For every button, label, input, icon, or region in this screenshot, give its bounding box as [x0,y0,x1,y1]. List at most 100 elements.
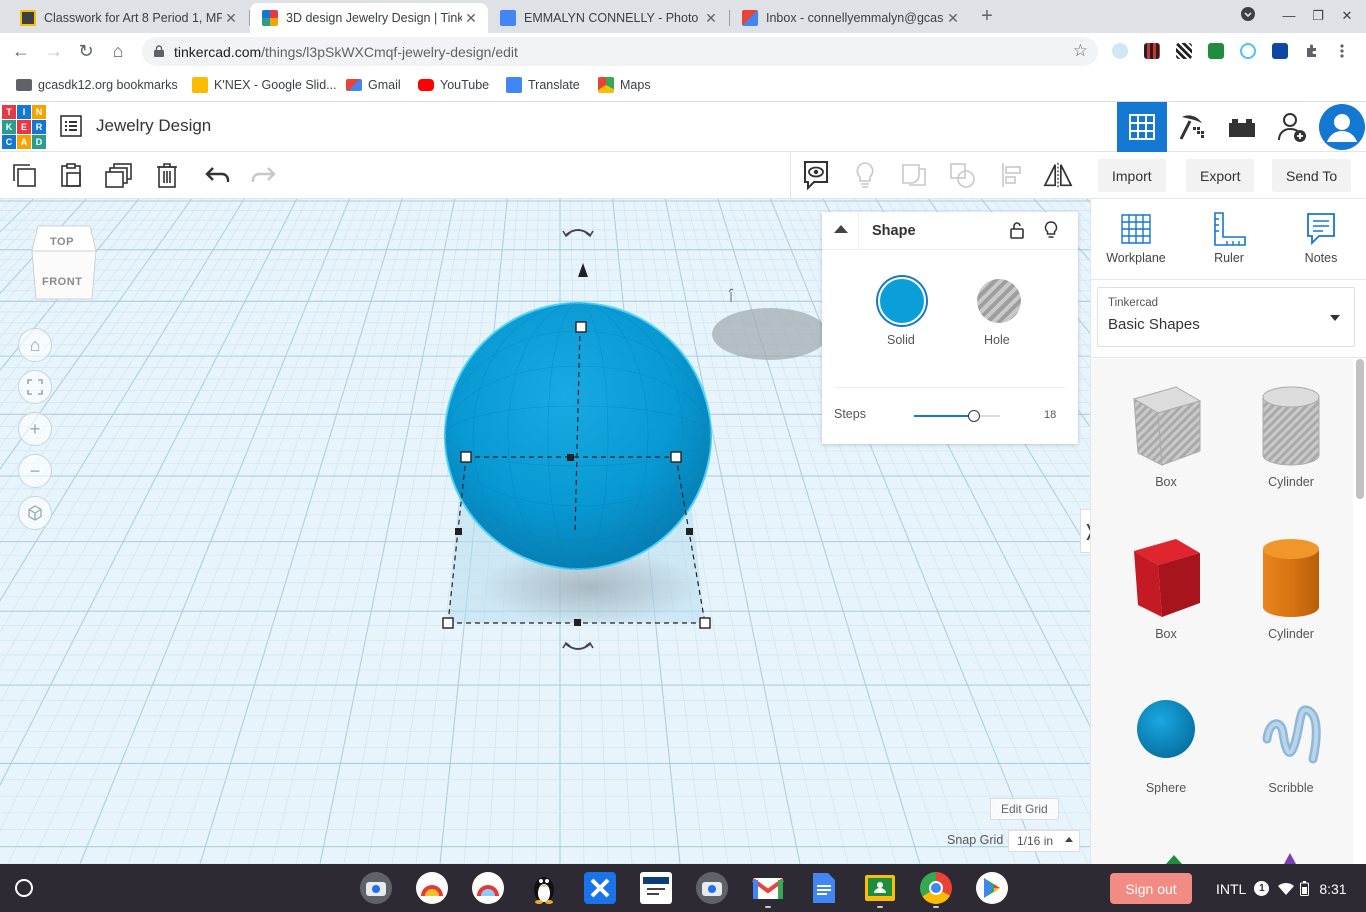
bookmark-youtube[interactable]: YouTube [418,76,489,94]
reload-icon[interactable]: ↻ [74,39,98,63]
shape-cylinder[interactable]: Cylinder [1241,535,1341,641]
tinkercad-logo[interactable]: T I N K E R C A D [2,105,46,149]
extension-cloud-icon[interactable] [1112,43,1128,59]
menu-kebab-icon[interactable] [1340,43,1344,59]
height-handle[interactable] [575,321,587,333]
extension-circle-icon[interactable] [1240,43,1256,59]
notes-tool[interactable]: Notes [1286,211,1356,273]
import-button[interactable]: Import [1098,159,1166,192]
corner-handle[interactable] [442,617,454,629]
send-to-button[interactable]: Send To [1272,159,1352,192]
undo-button[interactable] [202,160,232,190]
gmail-app-icon[interactable] [752,872,784,904]
light-button[interactable] [850,160,880,190]
address-bar[interactable]: tinkercad.com/things/l3pSkWXCmqf-jewelry… [142,37,1098,66]
collapse-arrow-icon[interactable] [834,225,848,233]
account-avatar-button[interactable] [1317,102,1366,152]
launcher-icon[interactable] [15,879,33,897]
home-icon[interactable]: ⌂ [106,39,130,63]
workplane[interactable]: TOP FRONT ⌂ + − Shape Solid Hole Steps 1… [0,199,1090,864]
chrome-app-icon[interactable] [920,872,952,904]
view-cube-front[interactable]: FRONT [42,276,82,288]
x-app-icon[interactable] [584,872,616,904]
steps-value[interactable]: 18 [1044,409,1056,421]
rotate-handle-top[interactable] [562,229,594,238]
shape-box[interactable]: Box [1116,535,1216,641]
hole-option[interactable] [977,279,1021,323]
view-cube[interactable]: TOP FRONT [30,225,97,301]
shape-peek-purple[interactable] [1284,853,1296,864]
tab-search-icon[interactable] [1237,6,1259,26]
ruler-tool[interactable]: Ruler [1194,211,1264,273]
shape-sphere[interactable]: Sphere [1116,695,1216,795]
group-button[interactable] [899,160,929,190]
workplane-tool[interactable]: Workplane [1101,211,1171,273]
status-tray[interactable]: INTL 1 8:31 [1204,873,1360,904]
edge-handle[interactable] [567,454,574,461]
export-button[interactable]: Export [1186,159,1255,192]
close-icon[interactable]: ✕ [944,10,962,27]
shape-scribble[interactable]: Scribble [1241,695,1341,795]
pearson-testnav-icon[interactable] [640,872,672,904]
camera-app-icon[interactable] [360,872,392,904]
extension-sheets-icon[interactable] [1208,43,1224,59]
ungroup-button[interactable] [948,160,978,190]
tab-classwork[interactable]: Classwork for Art 8 Period 1, MP ✕ [8,3,248,33]
bookmark-star-icon[interactable]: ☆ [1073,41,1088,61]
3d-design-view-button[interactable] [1117,102,1167,152]
snap-grid-select[interactable]: 1/16 in [1008,830,1080,852]
solid-option[interactable] [878,277,926,325]
bookmark-maps[interactable]: Maps [598,76,651,94]
close-window-icon[interactable]: ✕ [1336,6,1358,26]
camera-app-2-icon[interactable] [696,872,728,904]
extension-qr-icon[interactable] [1176,43,1192,59]
blocks-view-button[interactable] [1167,102,1217,152]
shape-library-select[interactable]: Tinkercad Basic Shapes [1097,287,1355,347]
bricks-view-button[interactable] [1217,102,1267,152]
mirror-button[interactable] [1043,160,1073,190]
fit-view-button[interactable] [18,370,52,404]
bookmark-knex[interactable]: K'NEX - Google Slid... [192,76,337,94]
shape-peek-green[interactable] [1166,855,1182,864]
bookmark-translate[interactable]: Translate [506,76,580,94]
steps-slider[interactable] [914,410,1000,422]
zoom-out-button[interactable]: − [18,454,52,488]
corner-handle[interactable] [699,617,711,629]
align-button[interactable] [997,160,1027,190]
shape-box-hole[interactable]: Box [1116,383,1216,489]
classroom-app-icon[interactable] [864,872,896,904]
play-store-icon[interactable] [976,872,1008,904]
extensions-puzzle-icon[interactable] [1304,43,1320,59]
paint-app-2-icon[interactable] [472,872,504,904]
close-icon[interactable]: ✕ [702,10,720,27]
lock-icon[interactable] [1010,222,1024,239]
bookmark-gmail[interactable]: Gmail [346,76,401,94]
steps-slider-knob[interactable] [968,410,981,422]
notes-toggle-button[interactable] [801,160,831,190]
paint-app-icon[interactable] [416,872,448,904]
home-view-button[interactable]: ⌂ [18,328,52,362]
edit-grid-button[interactable]: Edit Grid [990,798,1059,820]
linux-penguin-icon[interactable] [528,872,560,904]
copy-button[interactable] [9,160,39,190]
tab-docs[interactable]: EMMALYN CONNELLY - Photo Do ✕ [488,3,728,33]
lightbulb-icon[interactable] [1044,221,1058,240]
zoom-in-button[interactable]: + [18,412,52,446]
back-icon[interactable]: ← [9,39,33,63]
paste-button[interactable] [56,160,86,190]
restore-icon[interactable]: ❐ [1307,6,1329,26]
perspective-button[interactable] [18,496,52,530]
extension-qr-red-icon[interactable] [1144,43,1160,59]
tab-tinkercad[interactable]: 3D design Jewelry Design | Tinke ✕ [250,3,488,33]
close-icon[interactable]: ✕ [222,10,240,27]
redo-button[interactable] [249,160,279,190]
new-tab-button[interactable]: + [976,5,998,27]
add-user-button[interactable] [1267,102,1317,152]
panel-toggle-button[interactable]: ❭ [1080,509,1090,553]
edge-handle[interactable] [686,528,693,535]
corner-handle[interactable] [670,451,682,463]
forward-icon[interactable]: → [42,39,66,63]
sign-out-button[interactable]: Sign out [1110,873,1192,904]
edge-handle[interactable] [455,528,462,535]
close-icon[interactable]: ✕ [462,10,480,27]
